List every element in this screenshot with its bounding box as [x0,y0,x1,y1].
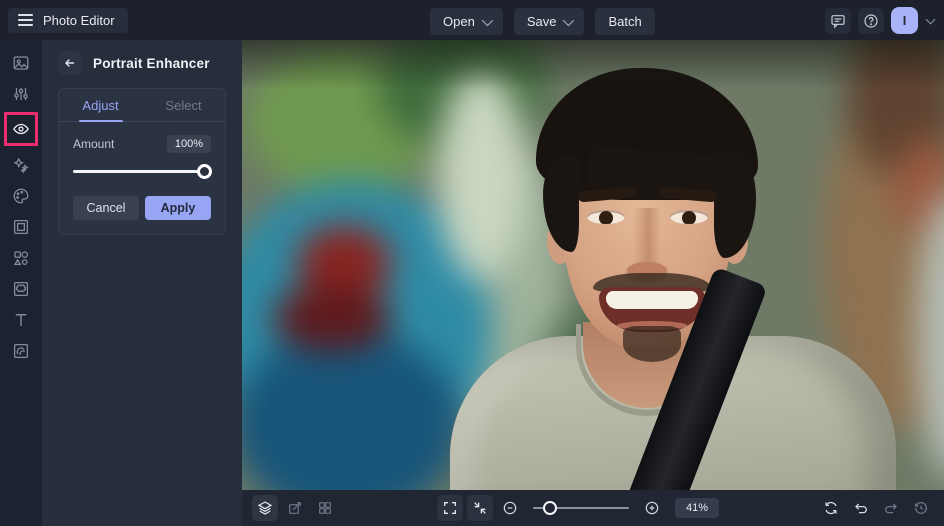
back-button[interactable] [58,51,82,75]
user-avatar[interactable]: I [891,7,918,34]
question-circle-icon [864,13,878,28]
zoom-out-button[interactable] [497,495,523,521]
fit-screen-button[interactable] [466,495,493,521]
sidebar-item-edit[interactable] [7,49,35,76]
redo-button[interactable] [878,495,904,521]
amount-slider-handle[interactable] [197,164,212,179]
canvas-bottombar: 41% [242,490,944,526]
fit-screen-icon [474,502,486,514]
tool-rail [0,40,42,526]
help-button[interactable] [858,7,884,34]
amount-value: 100% [166,135,211,153]
account-chevron-down-icon[interactable] [925,14,936,24]
tool-panel: Portrait Enhancer Adjust Select Amount 1… [42,40,242,526]
cancel-button[interactable]: Cancel [73,196,139,220]
chevron-down-icon [563,14,575,26]
tab-adjust[interactable]: Adjust [59,89,142,121]
sidebar-item-textures[interactable] [7,337,35,364]
zoom-level-value[interactable]: 41% [674,498,720,518]
pages-button[interactable] [312,495,338,521]
sidebar-item-frames[interactable] [7,213,35,240]
panel-header: Portrait Enhancer [42,40,242,84]
adjust-tab-content: Amount 100% Cancel Apply [59,122,225,234]
panel-tabs: Adjust Select [59,89,225,122]
topbar-actions: Open Save Batch [430,8,655,35]
transform-icon [289,502,301,514]
sidebar-item-adjust[interactable] [7,80,35,107]
sidebar-item-overlays[interactable] [7,275,35,302]
arrow-left-icon [64,59,75,67]
selection-highlight [4,112,38,146]
chevron-down-icon [481,14,493,26]
history-button[interactable] [908,495,934,521]
app-title: Photo Editor [43,12,115,28]
batch-button[interactable]: Batch [595,8,655,35]
undo-button[interactable] [848,495,874,521]
sidebar-item-effects[interactable] [7,151,35,178]
bottombar-right [818,495,934,521]
image-icon [13,55,29,70]
undo-icon [855,503,867,514]
adjust-card: Adjust Select Amount 100% Cancel Apply [58,88,226,235]
layers-icon [257,501,273,515]
transform-button[interactable] [282,495,308,521]
bottombar-center: 41% [436,495,720,521]
eye-icon [13,123,29,135]
texture-icon [13,343,29,358]
tab-select[interactable]: Select [142,89,225,121]
chat-bubble-icon [831,14,845,28]
photo-editor-app: Photo Editor Open Save Batch I Portrait … [0,0,944,526]
amount-slider-track [73,170,211,173]
open-button[interactable]: Open [430,8,503,35]
sidebar-item-artsy[interactable] [7,182,35,209]
zoom-slider[interactable] [532,501,629,515]
hamburger-icon [18,14,33,26]
compare-button[interactable] [818,495,844,521]
overlay-frame-icon [13,281,29,296]
pages-grid-icon [319,502,331,514]
bottombar-left [252,495,338,521]
palette-icon [13,188,29,203]
fullscreen-icon [443,502,456,514]
main-menu-button[interactable]: Photo Editor [8,7,128,33]
amount-slider[interactable] [73,164,212,179]
canvas-area: 41% [242,40,944,526]
canvas-photo[interactable] [242,40,944,490]
feedback-button[interactable] [825,7,851,34]
topbar-right: I [825,7,936,34]
sliders-icon [14,87,28,100]
apply-button[interactable]: Apply [145,196,211,220]
text-icon [15,313,27,326]
save-button[interactable]: Save [513,8,585,35]
zoom-slider-handle[interactable] [542,501,557,515]
sidebar-item-graphics[interactable] [7,244,35,271]
zoom-in-button[interactable] [639,495,665,521]
layers-button[interactable] [252,495,278,521]
sidebar-item-text[interactable] [7,306,35,333]
panel-title: Portrait Enhancer [93,55,210,71]
zoom-out-icon [503,501,517,515]
shapes-icon [13,250,29,265]
sidebar-item-touch-up[interactable] [7,116,35,143]
zoom-in-icon [645,501,659,515]
frame-icon [13,219,29,234]
compare-refresh-icon [825,501,837,515]
history-icon [915,502,927,514]
sparkles-icon [13,157,29,173]
topbar: Photo Editor Open Save Batch I [0,0,944,40]
fullscreen-button[interactable] [436,495,463,521]
redo-icon [885,503,897,514]
amount-label: Amount [73,137,115,151]
